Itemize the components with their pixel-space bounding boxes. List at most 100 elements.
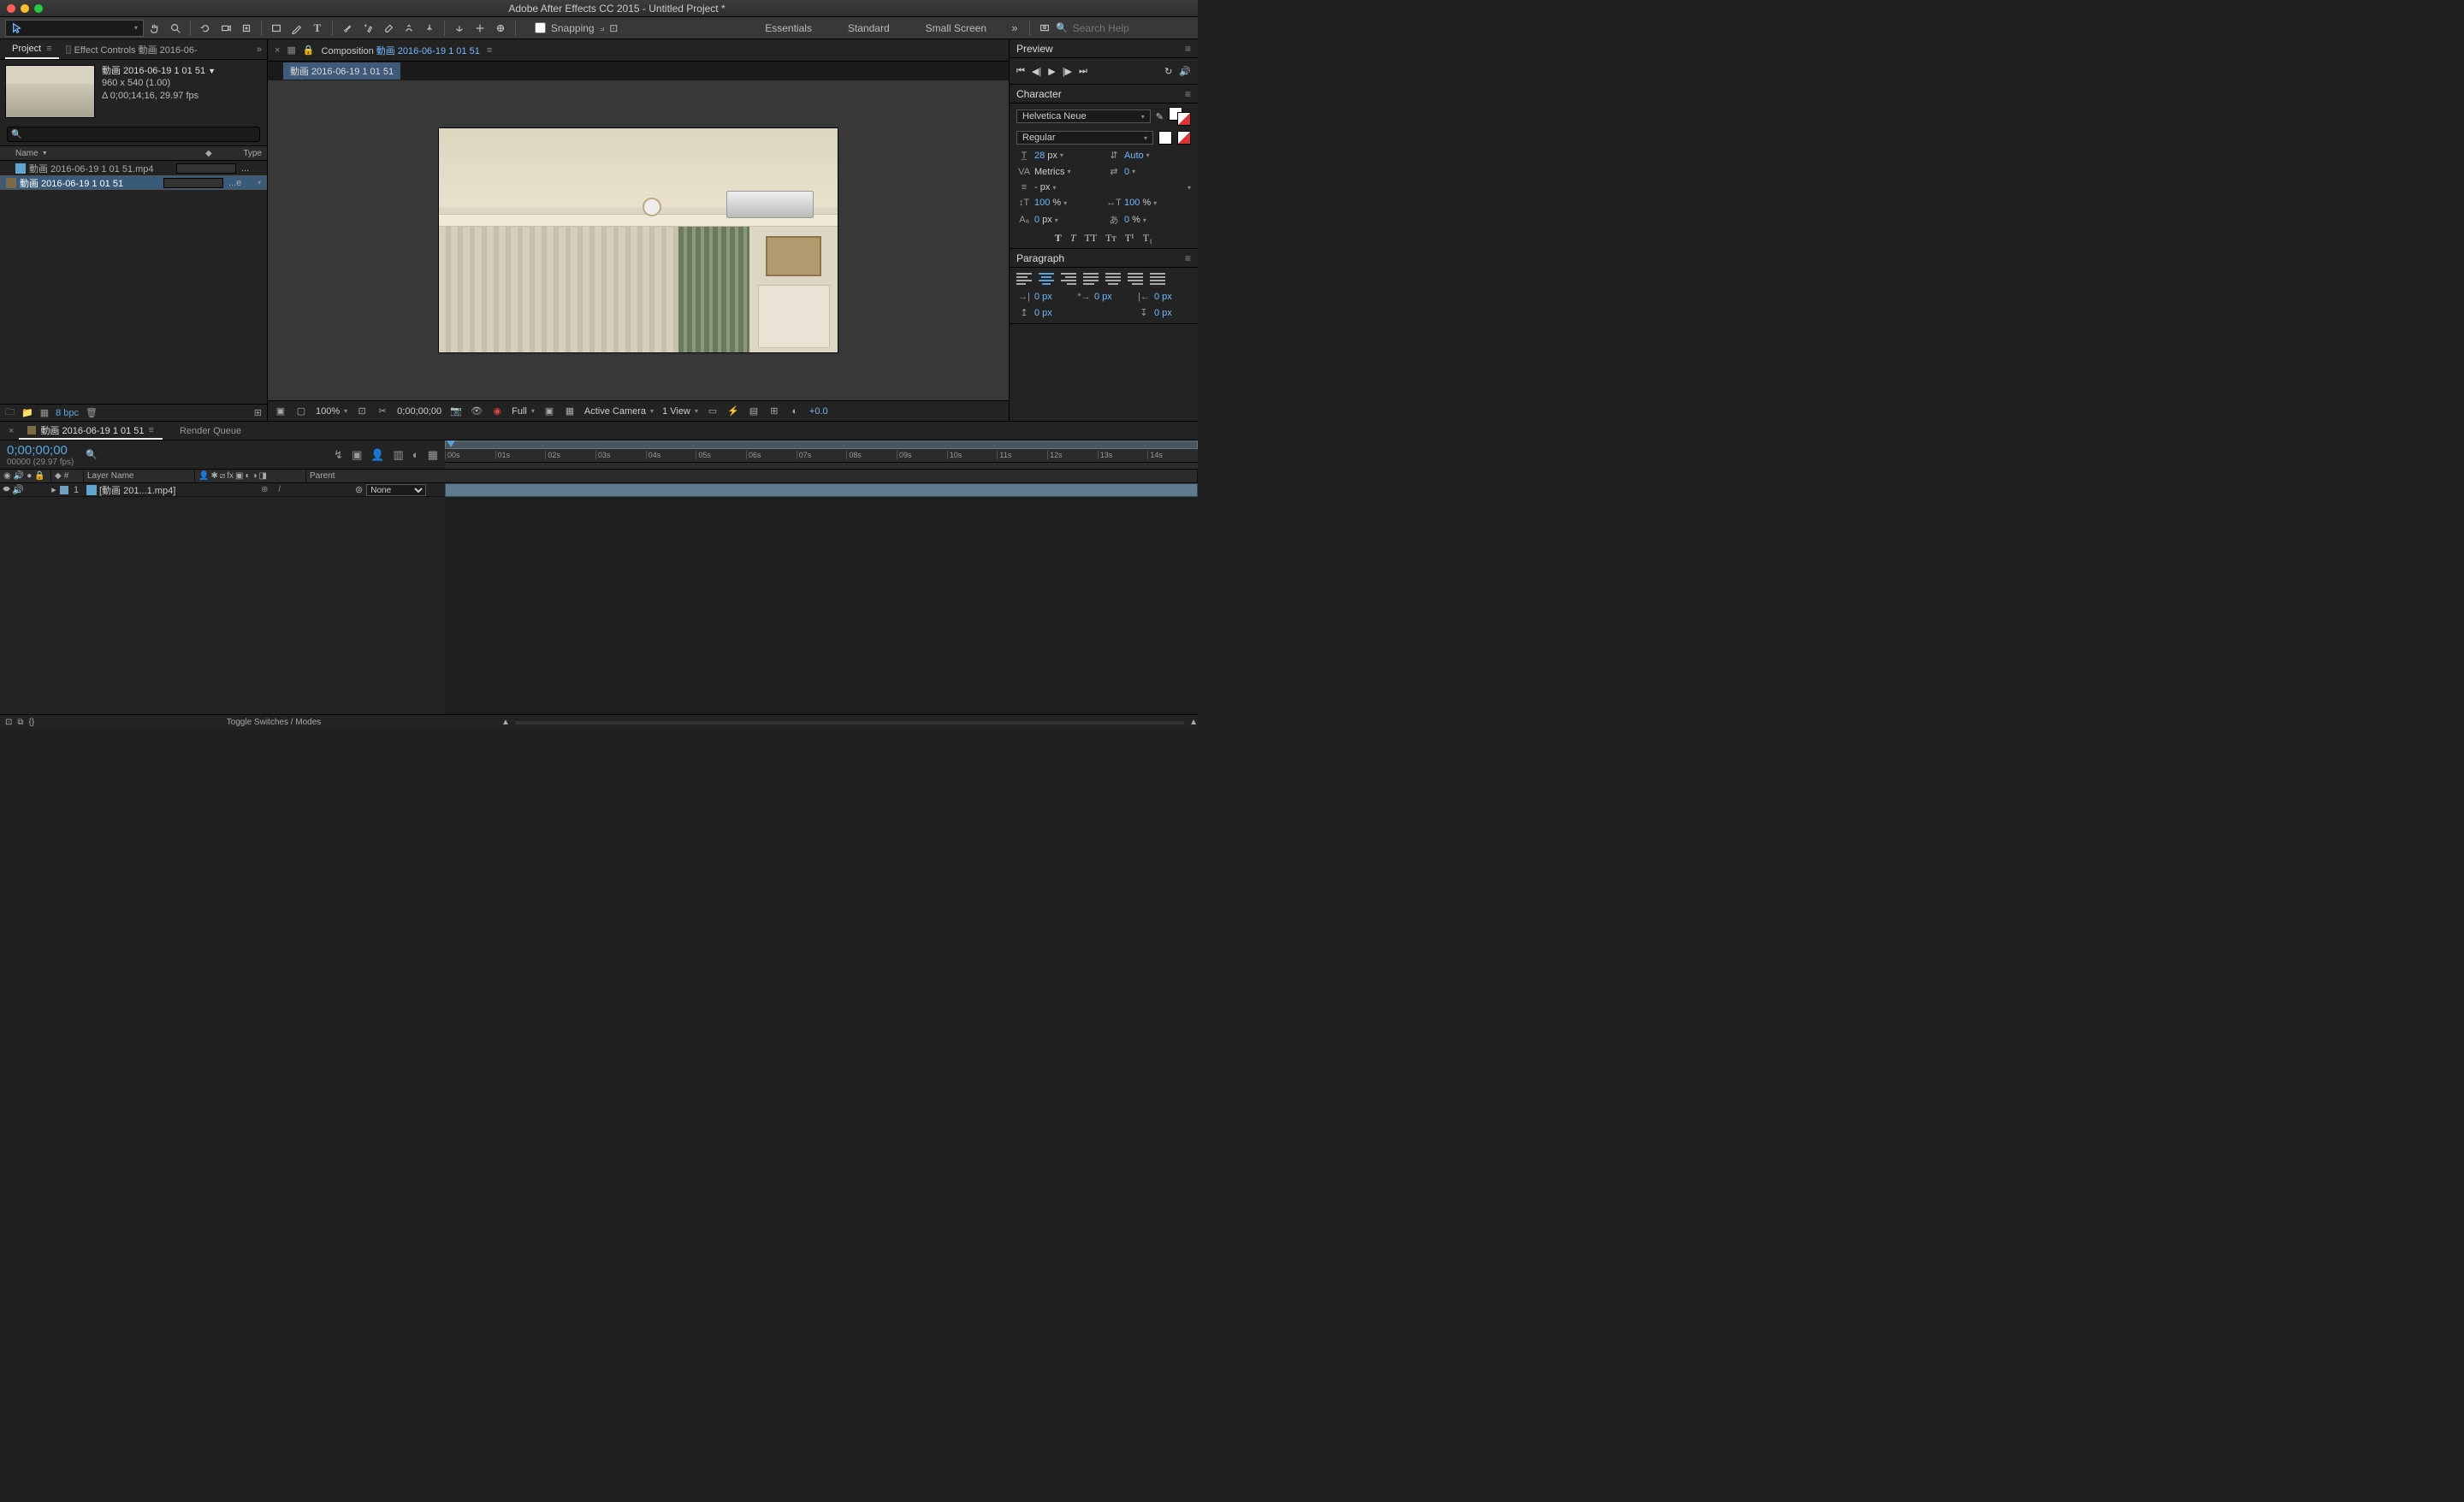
indent-first-val[interactable]: 0 px <box>1094 292 1112 302</box>
current-timecode[interactable]: 0;00;00;00 <box>7 443 74 458</box>
snapshot-icon[interactable]: 📷 <box>450 405 462 417</box>
sort-desc-icon[interactable]: ▼ <box>42 151 48 157</box>
frame-blend-icon[interactable]: ▥ <box>394 448 404 462</box>
prev-frame-icon[interactable]: ◀| <box>1032 66 1041 77</box>
layer-expand-icon[interactable]: ▸ <box>48 484 60 495</box>
lock-col-icon[interactable]: 🔒 <box>34 471 44 481</box>
pen-tool-icon[interactable] <box>287 20 306 37</box>
toggle-switches-1-icon[interactable]: ⊡ <box>5 718 12 727</box>
last-frame-icon[interactable]: ⏭ <box>1079 66 1087 77</box>
search-help-input[interactable] <box>1073 22 1176 34</box>
justify-right-icon[interactable] <box>1128 273 1143 285</box>
parent-col[interactable]: Parent <box>306 470 1198 482</box>
axis-world-icon[interactable] <box>471 20 489 37</box>
audio-col-icon[interactable]: 🔊 <box>14 471 24 481</box>
always-preview-icon[interactable]: ▣ <box>275 405 287 417</box>
selection-tool-icon[interactable] <box>5 20 144 37</box>
label-swatch[interactable] <box>163 178 223 188</box>
draft-3d-icon[interactable]: ▣ <box>352 448 362 462</box>
superscript-icon[interactable]: T¹ <box>1125 232 1134 245</box>
clone-tool-icon[interactable] <box>358 20 377 37</box>
brush-tool-icon[interactable] <box>338 20 357 37</box>
camera-dropdown[interactable]: Active Camera <box>584 406 654 417</box>
layer-switches[interactable]: ⊕/ <box>261 485 355 494</box>
kerning-value[interactable]: Metrics <box>1034 167 1064 177</box>
render-queue-tab[interactable]: Render Queue <box>164 426 257 436</box>
rectangle-tool-icon[interactable] <box>267 20 286 37</box>
col-name[interactable]: Name <box>15 149 38 158</box>
comp-mini-flowchart-icon[interactable]: ↯ <box>334 448 343 462</box>
timeline-search-icon[interactable]: 🔍 <box>86 449 98 460</box>
camera-tool-icon[interactable] <box>216 20 235 37</box>
pixel-aspect-icon[interactable]: ▭ <box>707 405 719 417</box>
layer-row[interactable]: 🔊 ▸ 1 [動画 201...1.mp4] ⊕/ ⊚ None <box>0 483 445 497</box>
faux-italic-icon[interactable]: T <box>1070 232 1076 245</box>
project-row[interactable]: 動画 2016-06-19 1 01 51.mp4 ... <box>0 161 267 175</box>
panel-menu-icon[interactable]: ≡ <box>1185 88 1191 100</box>
effect-controls-tab[interactable]: Effect Controls 動画 2016-06- <box>59 39 204 59</box>
sync-settings-icon[interactable] <box>1035 20 1054 37</box>
solo-col-icon[interactable]: ● <box>27 471 32 481</box>
parent-dropdown[interactable]: None <box>366 484 426 496</box>
panel-menu-icon[interactable]: ≡ <box>1185 252 1191 264</box>
time-zoom-slider[interactable] <box>515 721 1184 724</box>
zoom-in-slider-icon[interactable]: ▲ <box>1189 718 1198 727</box>
project-bpc[interactable]: 8 bpc <box>56 408 79 418</box>
eraser-tool-icon[interactable] <box>379 20 398 37</box>
stroke-width-value[interactable]: - px <box>1034 182 1050 192</box>
dropdown-caret-icon[interactable]: ▼ <box>208 67 216 75</box>
delete-icon[interactable]: 🗑 <box>86 407 98 418</box>
shy-toggle-icon[interactable]: 👤 <box>370 448 384 462</box>
layer-audio-toggle[interactable]: 🔊 <box>12 484 24 495</box>
indent-left-val[interactable]: 0 px <box>1034 292 1052 302</box>
maximize-window-icon[interactable] <box>34 4 43 13</box>
justify-left-icon[interactable] <box>1083 273 1099 285</box>
justify-center-icon[interactable] <box>1105 273 1121 285</box>
project-item-list[interactable]: 動画 2016-06-19 1 01 51.mp4 ... 動画 2016-06… <box>0 161 267 404</box>
layer-name[interactable]: [動画 201...1.mp4] <box>99 483 261 497</box>
roto-tool-icon[interactable] <box>400 20 418 37</box>
swap-colors-icon[interactable] <box>1158 131 1172 145</box>
justify-all-icon[interactable] <box>1150 273 1165 285</box>
work-area-bar[interactable] <box>445 441 1198 449</box>
exposure-value[interactable]: +0.0 <box>809 406 828 417</box>
hand-tool-icon[interactable] <box>145 20 164 37</box>
font-size-value[interactable]: 28 <box>1034 151 1045 161</box>
first-frame-icon[interactable]: ⏮ <box>1016 66 1025 77</box>
toggle-switches-2-icon[interactable]: ⧉ <box>17 718 23 727</box>
workspace-more-icon[interactable]: » <box>1005 20 1024 37</box>
flowchart-icon[interactable]: ⊞ <box>254 407 262 418</box>
eyedropper-icon[interactable]: ✎ <box>1156 111 1164 122</box>
rotate-tool-icon[interactable] <box>196 20 215 37</box>
align-left-icon[interactable] <box>1016 273 1032 285</box>
channel-icon[interactable]: ◉ <box>491 405 503 417</box>
timeline-track-area[interactable] <box>445 483 1198 714</box>
time-ruler[interactable]: 00s01s02s03s04s05s06s07s08s09s10s11s12s1… <box>445 441 1198 469</box>
axis-local-icon[interactable] <box>450 20 469 37</box>
zoom-out-slider-icon[interactable]: ▲ <box>501 718 510 727</box>
label-swatch[interactable] <box>176 163 236 174</box>
leading-value[interactable]: Auto <box>1124 151 1144 161</box>
zoom-tool-icon[interactable] <box>166 20 185 37</box>
layer-duration-bar[interactable] <box>445 483 1198 497</box>
graph-editor-icon[interactable]: ▦ <box>428 448 438 462</box>
new-comp-icon[interactable]: ▦ <box>40 407 49 418</box>
panel-menu-icon[interactable]: ≡ <box>149 425 154 435</box>
project-row[interactable]: 動画 2016-06-19 1 01 51 ...e <box>0 175 267 190</box>
allcaps-icon[interactable]: TT <box>1085 232 1098 245</box>
snap-opt2-icon[interactable]: ⊡ <box>609 22 618 34</box>
interpret-footage-icon[interactable]: 🗀 <box>5 405 15 421</box>
subscript-icon[interactable]: T₁ <box>1143 232 1153 245</box>
snapping-toggle[interactable]: Snapping ⟓ ⊡ <box>535 21 618 34</box>
tracking-value[interactable]: 0 <box>1124 167 1129 177</box>
lock-panel-icon[interactable]: ▦ <box>287 44 295 56</box>
fill-stroke-swatches[interactable] <box>1169 107 1191 126</box>
workspace-smallscreen[interactable]: Small Screen <box>909 22 1004 34</box>
zoom-dropdown[interactable]: 100% <box>316 406 347 417</box>
panel-menu-icon[interactable]: ≡ <box>487 45 492 56</box>
font-family-dropdown[interactable]: Helvetica Neue <box>1016 109 1151 123</box>
panel-menu-icon[interactable]: ≡ <box>46 44 51 54</box>
show-snapshot-icon[interactable]: 👁 <box>471 405 483 417</box>
roi-icon[interactable]: ▣ <box>543 405 555 417</box>
tsume-value[interactable]: 0 <box>1124 215 1129 225</box>
